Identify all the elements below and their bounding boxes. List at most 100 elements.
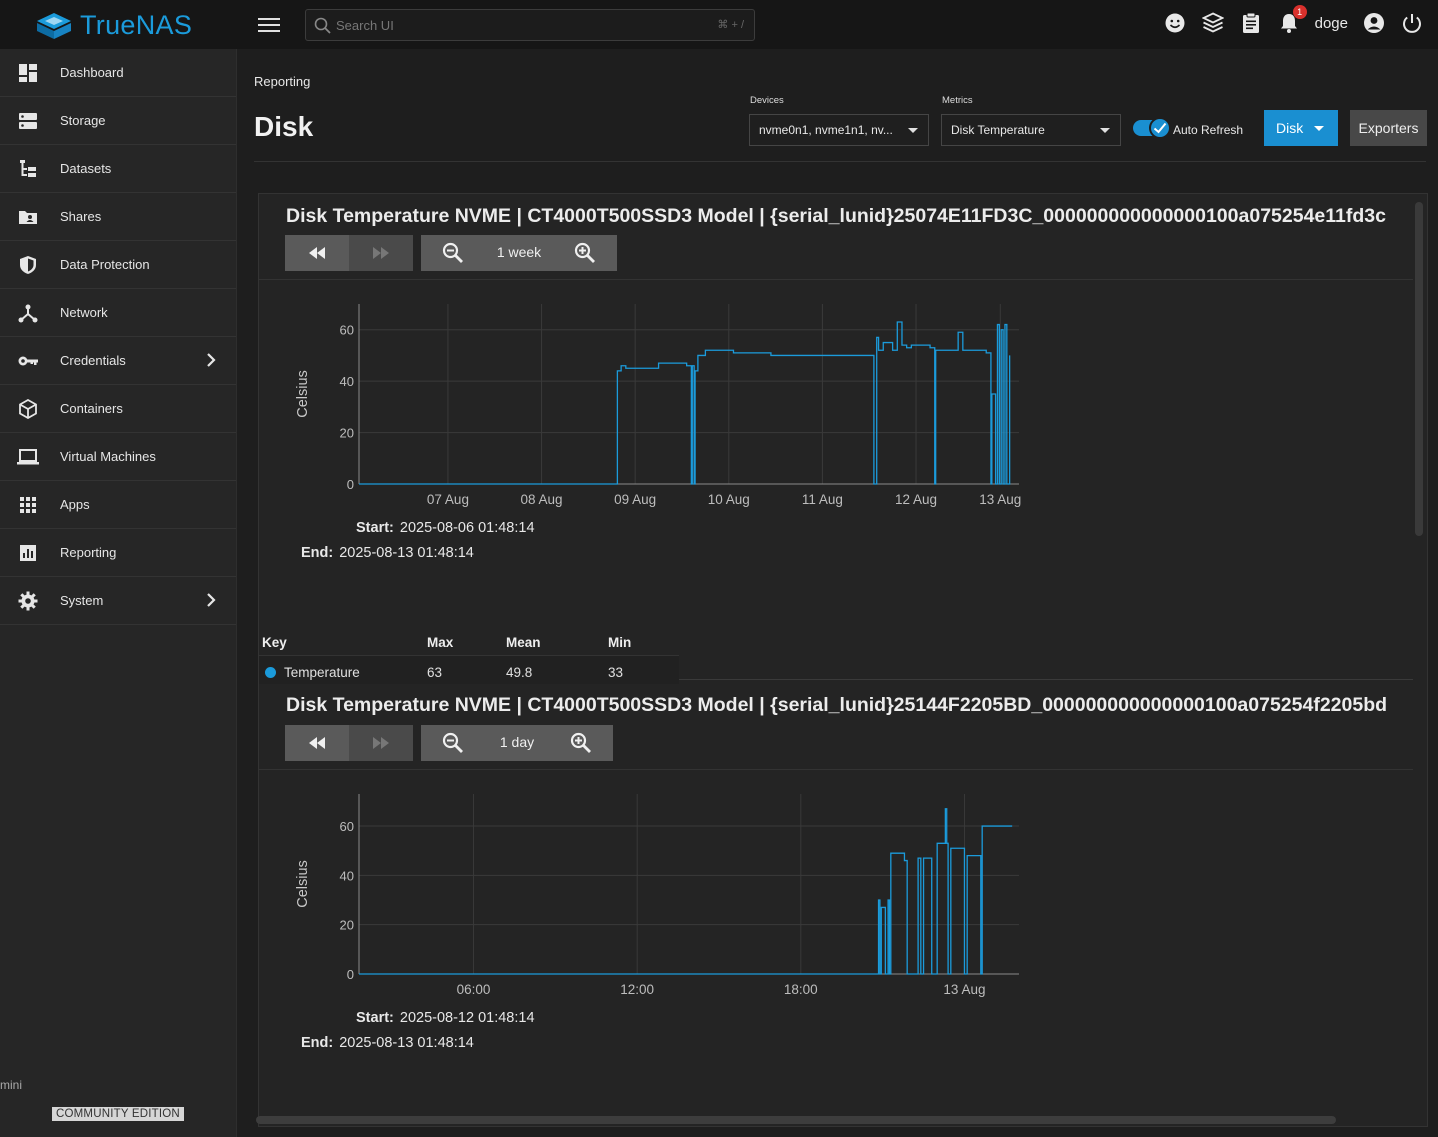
legend-min-value: 33	[608, 664, 624, 680]
start-label: Start:	[356, 1010, 394, 1026]
exporters-button[interactable]: Exporters	[1350, 110, 1427, 146]
legend-series-name: Temperature	[284, 664, 360, 680]
page-title: Disk	[254, 111, 314, 142]
zoom-level-label: 1 week	[496, 244, 542, 260]
sidebar-item-label: Shares	[60, 209, 102, 224]
notifications-icon[interactable]: 1	[1277, 5, 1307, 35]
sidebar-item-data-protection[interactable]: Data Protection	[0, 241, 236, 289]
sidebar-item-label: Containers	[60, 401, 123, 416]
sidebar-item-dashboard[interactable]: Dashboard	[0, 49, 236, 97]
caret-down-icon	[1314, 126, 1324, 131]
temperature-chart[interactable]: 0 20 40 60 07 Aug 08 Aug 09 Aug 10 Aug 11 Aug 12 …	[259, 294, 1059, 514]
sidebar-item-shares[interactable]: Shares	[0, 193, 236, 241]
temperature-chart[interactable]: 0 20 40 60 06:00 12:00 18:00 13 Aug Celsius	[259, 784, 1059, 1004]
zoom-in-icon	[574, 242, 595, 263]
sidebar-item-label: Dashboard	[60, 65, 124, 80]
rewind-icon	[309, 247, 325, 259]
range-end: End: 2025-08-13 01:48:14	[301, 1035, 474, 1051]
zoom-out-icon	[442, 242, 463, 263]
edition-badge: COMMUNITY EDITION	[52, 1107, 184, 1121]
metrics-select[interactable]: Disk Temperature	[941, 114, 1121, 146]
series-line-temperature	[359, 808, 1013, 975]
sidebar-item-apps[interactable]: Apps	[0, 481, 236, 529]
end-label: End:	[301, 545, 334, 561]
vertical-scrollbar[interactable]	[1415, 202, 1423, 536]
end-value: 2025-08-13 01:48:14	[339, 545, 474, 561]
x-tick-label: 12:00	[620, 982, 654, 997]
chevron-right-icon	[206, 592, 216, 613]
zoom-out-button[interactable]	[421, 725, 485, 761]
legend-mean-header: Mean	[506, 635, 541, 650]
search-input[interactable]: Search UI ⌘ + /	[305, 9, 755, 41]
sidebar-item-storage[interactable]: Storage	[0, 97, 236, 145]
menu-toggle-button[interactable]	[258, 15, 280, 35]
auto-refresh-toggle[interactable]	[1133, 117, 1171, 139]
fast-forward-icon	[373, 247, 389, 259]
step-back-button[interactable]	[285, 235, 349, 271]
step-forward-button[interactable]	[349, 235, 413, 271]
start-value: 2025-08-06 01:48:14	[399, 520, 535, 536]
y-tick-label: 60	[340, 819, 354, 834]
truenas-logo[interactable]: TrueNAS	[36, 10, 192, 41]
step-back-button[interactable]	[285, 725, 349, 761]
legend-series: Temperature	[259, 665, 427, 680]
header-divider	[254, 161, 1426, 162]
sidebar-item-label: Data Protection	[60, 257, 150, 272]
sidebar-item-label: Storage	[60, 113, 106, 128]
sidebar-item-virtual-machines[interactable]: Virtual Machines	[0, 433, 236, 481]
sidebar-item-label: Datasets	[60, 161, 112, 176]
sidebar-item-network[interactable]: Network	[0, 289, 236, 337]
auto-refresh-label: Auto Refresh	[1173, 123, 1244, 137]
key-icon	[17, 350, 39, 372]
range-start: Start: 2025-08-12 01:48:14	[356, 1010, 535, 1026]
username[interactable]: doge	[1315, 15, 1348, 32]
sidebar-item-credentials[interactable]: Credentials	[0, 337, 236, 385]
gear-icon	[17, 590, 39, 612]
step-forward-button[interactable]	[349, 725, 413, 761]
cube-icon	[17, 398, 39, 420]
horizontal-scrollbar[interactable]	[256, 1116, 1336, 1124]
sidebar: Dashboard Storage Datasets Shares Data P…	[0, 49, 237, 1137]
dashboard-icon	[17, 62, 39, 84]
x-tick-label: 11 Aug	[802, 492, 843, 507]
zoom-in-button[interactable]	[549, 725, 613, 761]
truenas-logo-icon	[37, 12, 71, 39]
sidebar-item-label: Credentials	[60, 353, 126, 368]
datasets-icon	[17, 158, 39, 180]
legend-header: Key Max Mean Min	[259, 630, 679, 656]
legend-min-header: Min	[608, 635, 632, 650]
jobs-icon[interactable]	[1239, 11, 1263, 35]
report-card: Disk Temperature NVME | CT4000T500SSD3 M…	[259, 194, 1413, 688]
top-bar: TrueNAS Search UI ⌘ + / 1 doge	[0, 0, 1438, 49]
x-tick-label: 07 Aug	[427, 492, 469, 507]
legend-key-header: Key	[262, 635, 287, 650]
feedback-icon[interactable]	[1163, 11, 1187, 35]
truecommand-icon[interactable]	[1201, 11, 1225, 35]
legend-max-header: Max	[427, 635, 454, 650]
y-axis-label: Celsius	[295, 860, 311, 908]
report-title: Disk Temperature NVME | CT4000T500SSD3 M…	[286, 205, 1386, 227]
sidebar-item-system[interactable]: System	[0, 577, 236, 625]
reports-scroll-area[interactable]: Disk Temperature NVME | CT4000T500SSD3 M…	[258, 193, 1428, 1127]
metrics-value: Disk Temperature	[951, 123, 1045, 137]
start-label: Start:	[356, 520, 394, 536]
y-tick-label: 40	[340, 868, 354, 883]
sidebar-item-reporting[interactable]: Reporting	[0, 529, 236, 577]
sidebar-item-label: Apps	[60, 497, 90, 512]
devices-select[interactable]: nvme0n1, nvme1n1, nv...	[749, 114, 929, 146]
disk-report-button[interactable]: Disk	[1264, 110, 1338, 146]
account-icon[interactable]	[1362, 11, 1386, 35]
laptop-icon	[17, 446, 39, 468]
zoom-in-button[interactable]	[553, 235, 617, 271]
storage-icon	[17, 110, 39, 132]
zoom-out-button[interactable]	[421, 235, 485, 271]
sidebar-item-datasets[interactable]: Datasets	[0, 145, 236, 193]
y-tick-label: 60	[340, 323, 354, 338]
y-axis-label: Celsius	[295, 370, 311, 418]
sidebar-item-label: System	[60, 593, 104, 608]
main-content: Reporting Disk Devices nvme0n1, nvme1n1,…	[238, 49, 1438, 1137]
power-icon[interactable]	[1400, 11, 1424, 35]
breadcrumb[interactable]: Reporting	[254, 74, 310, 89]
shares-icon	[17, 206, 39, 228]
sidebar-item-containers[interactable]: Containers	[0, 385, 236, 433]
